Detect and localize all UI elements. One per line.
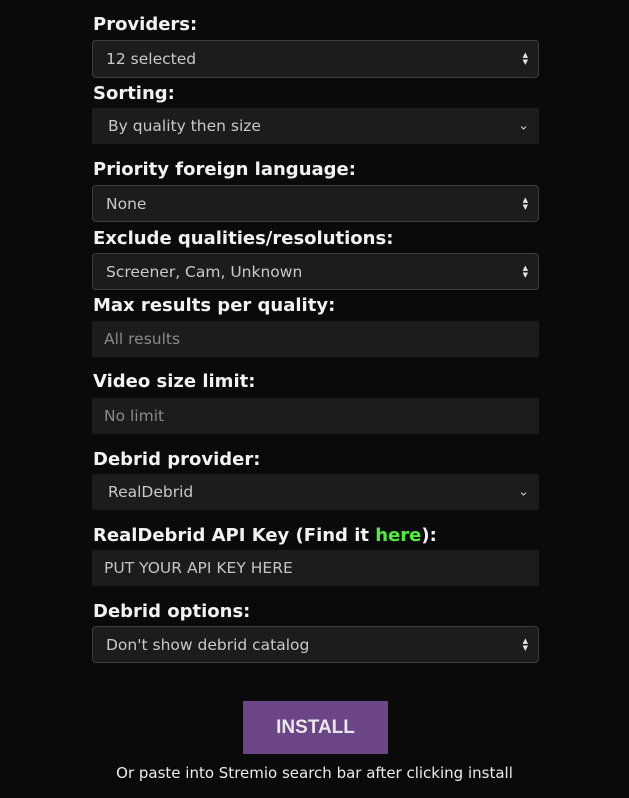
api-key-input[interactable]: PUT YOUR API KEY HERE [92, 550, 539, 586]
sorting-label: Sorting: [93, 83, 175, 104]
providers-label: Providers: [93, 14, 198, 35]
chevron-down-icon: ⌄ [518, 118, 529, 134]
exclude-select[interactable]: Screener, Cam, Unknown ▲ ▼ [92, 253, 539, 290]
debrid-options-label: Debrid options: [93, 601, 251, 622]
max-results-placeholder: All results [104, 330, 181, 348]
max-results-input[interactable]: All results [92, 321, 539, 357]
debrid-options-select[interactable]: Don't show debrid catalog ▲ ▼ [92, 626, 539, 663]
sorting-value: By quality then size [108, 117, 261, 135]
size-limit-label: Video size limit: [93, 371, 256, 392]
providers-select[interactable]: 12 selected ▲ ▼ [92, 40, 539, 78]
max-results-label: Max results per quality: [93, 295, 336, 316]
api-key-label: RealDebrid API Key (Find it here): [93, 525, 437, 547]
sort-arrows-icon: ▲ ▼ [522, 263, 528, 279]
api-key-value: PUT YOUR API KEY HERE [104, 559, 293, 577]
install-button[interactable]: INSTALL [243, 701, 388, 754]
sort-arrows-icon: ▲ ▼ [522, 636, 528, 652]
api-key-label-suffix: ): [421, 525, 437, 546]
debrid-provider-select[interactable]: RealDebrid ⌄ [92, 474, 539, 510]
size-limit-input[interactable]: No limit [92, 398, 539, 434]
debrid-provider-value: RealDebrid [108, 483, 194, 501]
sort-arrows-icon: ▲ ▼ [522, 195, 528, 211]
debrid-provider-label: Debrid provider: [93, 449, 261, 470]
install-note: Or paste into Stremio search bar after c… [116, 764, 513, 782]
language-value: None [106, 194, 147, 213]
find-api-key-link[interactable]: here [375, 525, 421, 546]
api-key-label-text: RealDebrid API Key (Find it [93, 525, 376, 546]
language-select[interactable]: None ▲ ▼ [92, 185, 539, 222]
exclude-value: Screener, Cam, Unknown [106, 262, 303, 281]
sort-arrows-icon: ▲ ▼ [522, 51, 528, 66]
exclude-label: Exclude qualities/resolutions: [93, 228, 394, 249]
debrid-options-value: Don't show debrid catalog [106, 635, 310, 654]
sorting-select[interactable]: By quality then size ⌄ [92, 108, 539, 144]
language-label: Priority foreign language: [93, 159, 356, 180]
chevron-down-icon: ⌄ [518, 484, 529, 500]
size-limit-placeholder: No limit [104, 407, 165, 425]
providers-value: 12 selected [106, 50, 197, 68]
